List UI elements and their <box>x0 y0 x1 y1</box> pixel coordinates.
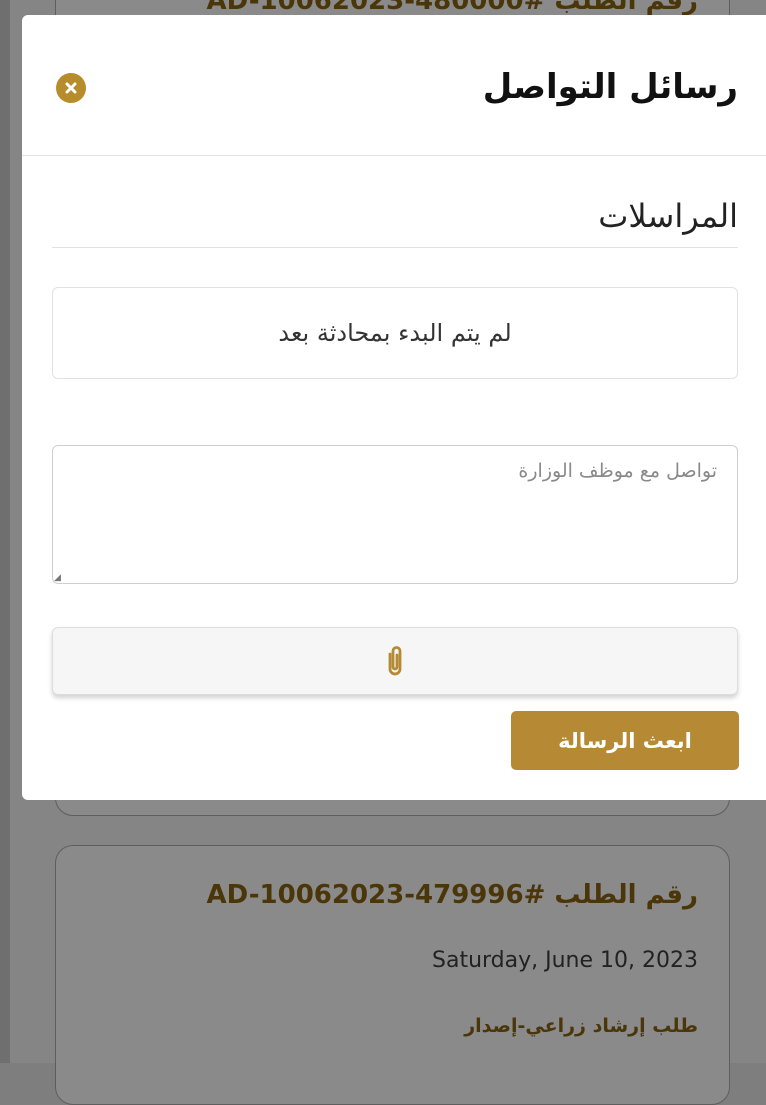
request-card-date: Saturday, June 10, 2023 <box>432 948 698 973</box>
divider <box>52 247 738 248</box>
background-edge <box>0 0 10 1063</box>
resize-handle-icon[interactable]: ◢ <box>54 573 61 583</box>
empty-conversation-text: لم يتم البدء بمحادثة بعد <box>278 319 512 347</box>
communication-modal: رسائل التواصل المراسلات لم يتم البدء بمح… <box>22 15 766 800</box>
message-input[interactable] <box>52 445 738 584</box>
close-button[interactable] <box>56 73 86 103</box>
request-card-type: طلب إرشاد زراعي-إصدار <box>464 1015 698 1037</box>
conversation-empty-box: لم يتم البدء بمحادثة بعد <box>52 287 738 379</box>
paperclip-icon <box>388 646 402 676</box>
request-card-top-title: رقم الطلب #AD-10062023-480000 <box>206 0 698 16</box>
modal-title: رسائل التواصل <box>482 67 738 107</box>
request-card-bottom-title: رقم الطلب #AD-10062023-479996 <box>206 880 698 910</box>
correspondence-heading: المراسلات <box>598 197 738 235</box>
close-icon <box>65 82 77 94</box>
send-message-button[interactable]: ابعث الرسالة <box>511 711 739 770</box>
attach-file-button[interactable] <box>52 627 738 695</box>
modal-header: رسائل التواصل <box>22 15 766 156</box>
